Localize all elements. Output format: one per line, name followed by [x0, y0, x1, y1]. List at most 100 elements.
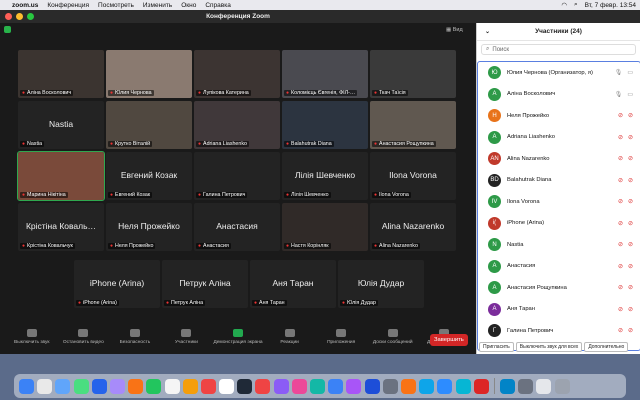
camera-off-icon[interactable]: ⊘ [628, 112, 633, 119]
participant-row[interactable]: N Nastia ⊘ ⊘ [478, 234, 640, 256]
participant-row[interactable]: А Анастасия Рощупкина ⊘ ⊘ [478, 277, 640, 299]
whiteboards-button[interactable]: Доски сообщений [367, 329, 419, 345]
dock-app-icon[interactable] [310, 378, 325, 394]
reactions-button[interactable]: Реакции [264, 329, 316, 345]
video-tile[interactable]: Nastia ● Nastia [18, 101, 104, 149]
mic-muted-icon[interactable]: ⊘ [618, 220, 623, 227]
more-button[interactable]: Дополнительно [584, 342, 629, 352]
dock-app-icon[interactable] [346, 378, 362, 394]
video-tile[interactable]: ● Balahutrak Diana [282, 101, 368, 149]
dock-app-icon[interactable] [328, 378, 344, 394]
dock-app-icon[interactable] [200, 378, 216, 394]
dock-app-icon[interactable] [554, 378, 570, 394]
mic-muted-icon[interactable]: ⊘ [618, 177, 623, 184]
dock-app-icon[interactable] [382, 378, 398, 394]
mic-muted-icon[interactable]: ⊘ [618, 284, 623, 291]
menu-edit[interactable]: Изменить [143, 2, 172, 9]
menu-help[interactable]: Справка [205, 2, 231, 9]
video-tile[interactable]: iPhone (Arina) ● iPhone (Arina) [74, 260, 160, 308]
video-tile[interactable]: ● Крутко Віталій [106, 101, 192, 149]
wifi-icon[interactable]: ◠ [561, 1, 567, 9]
mic-icon[interactable]: 🎙 [615, 91, 623, 98]
video-tile[interactable]: ● Галина Петрович [194, 152, 280, 200]
dock-app-icon[interactable] [400, 378, 416, 394]
dock-app-icon[interactable] [500, 378, 516, 394]
video-tile[interactable]: ● Анастасия Рощупкина [370, 101, 456, 149]
video-tile[interactable]: ● Юлия Чернова [106, 50, 192, 98]
video-tile[interactable]: ● Марина Нікітіна [17, 151, 105, 201]
dock-app-icon[interactable] [291, 378, 307, 394]
dock-app-icon[interactable] [455, 378, 471, 394]
clock[interactable]: Вт, 7 февр. 13:54 [585, 2, 636, 9]
video-tile[interactable]: Петрук Аліна ● Петрук Аліна [162, 260, 248, 308]
menu-view[interactable]: Посмотреть [98, 2, 134, 9]
end-meeting-button[interactable]: Завершить [430, 334, 468, 346]
camera-off-icon[interactable]: ⊘ [628, 263, 633, 270]
dock-app-icon[interactable] [255, 378, 271, 394]
dock-app-icon[interactable] [55, 378, 71, 394]
mic-muted-icon[interactable]: ⊘ [618, 134, 623, 141]
video-tile[interactable]: Лілія Шевченко ● Лілія Шевченко [282, 152, 368, 200]
participant-row[interactable]: А Анастасия ⊘ ⊘ [478, 256, 640, 278]
dock-app-icon[interactable] [237, 378, 253, 394]
camera-off-icon[interactable]: ⊘ [628, 220, 633, 227]
participant-row[interactable]: IV Ilona Vorona ⊘ ⊘ [478, 191, 640, 213]
mic-muted-icon[interactable]: ⊘ [618, 155, 623, 162]
camera-icon[interactable]: ▭ [627, 69, 633, 76]
camera-off-icon[interactable]: ⊘ [628, 177, 633, 184]
video-tile[interactable]: Анастасия ● Анастасия [194, 203, 280, 251]
mic-muted-icon[interactable]: ⊘ [618, 112, 623, 119]
dock-app-icon[interactable] [146, 378, 162, 394]
camera-off-icon[interactable]: ⊘ [628, 327, 633, 334]
participant-row[interactable]: i(iPhone (Arina) ⊘ ⊘ [478, 213, 640, 235]
video-tile[interactable]: ● Ткач Таїсія [370, 50, 456, 98]
mic-muted-icon[interactable]: ⊘ [618, 263, 623, 270]
dock-app-icon[interactable] [473, 378, 489, 394]
participant-row[interactable]: BD Balahutrak Diana ⊘ ⊘ [478, 170, 640, 192]
mic-muted-icon[interactable]: ⊘ [618, 198, 623, 205]
apps-button[interactable]: Приложения [315, 329, 367, 345]
menu-window[interactable]: Окно [181, 2, 196, 9]
camera-off-icon[interactable]: ⊘ [628, 198, 633, 205]
dock-app-icon[interactable] [73, 378, 89, 394]
participants-button[interactable]: Участники [161, 329, 213, 345]
participants-list[interactable]: Ю Юлия Чернова (Организатор, я) 🎙 ▭ А Аліна В… [477, 61, 640, 351]
mute-all-button[interactable]: Выключить звук для всех [515, 342, 583, 352]
video-tile[interactable]: ● Настя Корінляк [282, 203, 368, 251]
camera-off-icon[interactable]: ⊘ [628, 241, 633, 248]
participants-search[interactable]: ⌕ Поиск [481, 44, 636, 55]
participant-row[interactable]: Г Галина Петрович ⊘ ⊘ [478, 320, 640, 342]
dock-app-icon[interactable] [518, 378, 534, 394]
chevron-down-icon[interactable]: ⌄ [485, 28, 490, 35]
video-tile[interactable]: Юлія Дудар ● Юлія Дудар [338, 260, 424, 308]
mic-muted-icon[interactable]: ⊘ [618, 241, 623, 248]
menu-conference[interactable]: Конференция [47, 2, 89, 9]
video-tile[interactable]: ● Аліна Восколович [18, 50, 104, 98]
dock-app-icon[interactable] [219, 378, 235, 394]
participant-row[interactable]: А Аня Таран ⊘ ⊘ [478, 299, 640, 321]
mute-button[interactable]: Выключить звук [6, 329, 58, 345]
dock-app-icon[interactable] [437, 378, 453, 394]
dock-app-icon[interactable] [419, 378, 435, 394]
dock-app-icon[interactable] [37, 378, 53, 394]
dock-app-icon[interactable] [364, 378, 380, 394]
video-tile[interactable]: Евгений Козак ● Евгений Козак [106, 152, 192, 200]
dock-app-icon[interactable] [182, 378, 198, 394]
camera-icon[interactable]: ▭ [627, 91, 633, 98]
video-tile[interactable]: ● Лупікова Катерина [194, 50, 280, 98]
camera-off-icon[interactable]: ⊘ [628, 306, 633, 313]
camera-off-icon[interactable]: ⊘ [628, 284, 633, 291]
participant-row[interactable]: Н Неля Прожейко ⊘ ⊘ [478, 105, 640, 127]
video-tile[interactable]: Аня Таран ● Аня Таран [250, 260, 336, 308]
security-button[interactable]: Безопасность [109, 329, 161, 345]
video-tile[interactable]: Неля Прожейко ● Неля Прожейко [106, 203, 192, 251]
mic-icon[interactable]: 🎙 [615, 69, 623, 76]
dock-app-icon[interactable] [91, 378, 107, 394]
mic-muted-icon[interactable]: ⊘ [618, 306, 623, 313]
dock-app-icon[interactable] [109, 378, 125, 394]
menu-app[interactable]: zoom.us [12, 2, 38, 9]
video-tile[interactable]: ● Adriana Liashenko [194, 101, 280, 149]
camera-off-icon[interactable]: ⊘ [628, 134, 633, 141]
dock-app-icon[interactable] [164, 378, 180, 394]
video-tile[interactable]: Крістіна Коваль… ● Крістіна Ковальчук [18, 203, 104, 251]
